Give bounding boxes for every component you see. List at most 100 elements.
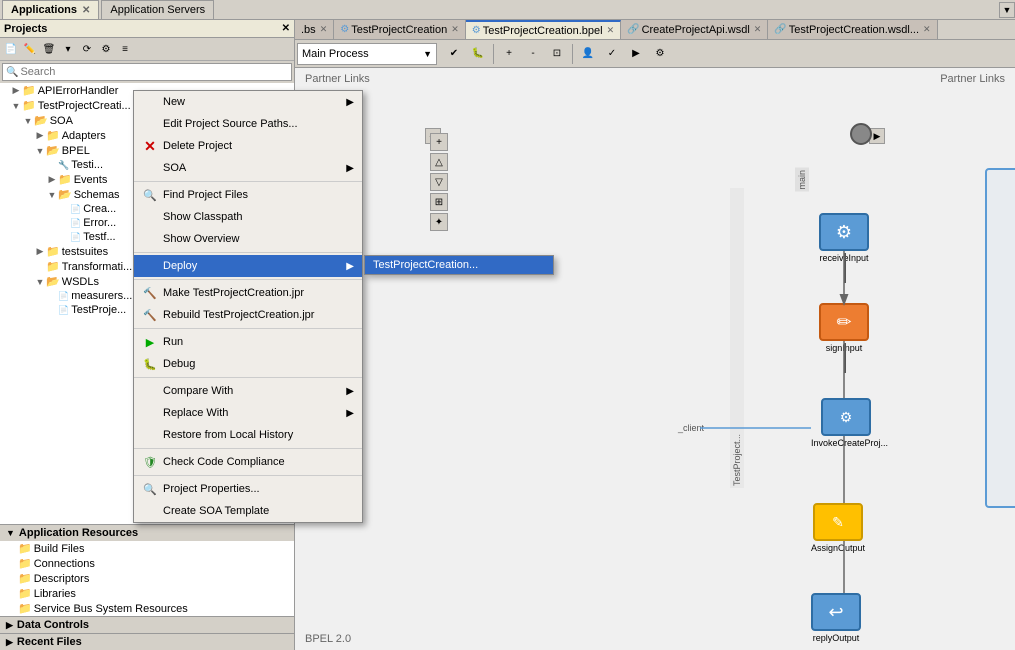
invoke-create-icon: ⚙ xyxy=(840,409,853,426)
deploy-arrow: ▶ xyxy=(346,261,354,272)
tab-tpw-close[interactable]: ✕ xyxy=(923,24,931,35)
data-controls-panel[interactable]: ▶ Data Controls xyxy=(0,616,294,633)
reply-output-icon: ↩ xyxy=(828,602,843,623)
menu-item-show-overview[interactable]: Show Overview xyxy=(134,228,362,250)
filter-btn[interactable]: ▾ xyxy=(59,40,77,58)
menu-item-find-files[interactable]: 🔍 Find Project Files xyxy=(134,184,362,206)
properties-toolbar-btn[interactable]: ⚙ xyxy=(649,43,671,65)
node-assign-output[interactable]: ✎ AssignOutput xyxy=(811,503,865,553)
tree-build-files[interactable]: 📁 Build Files xyxy=(0,541,294,556)
soa-arrow: ▶ xyxy=(346,163,354,174)
menu-item-check-compliance[interactable]: 🛡 Check Code Compliance xyxy=(134,451,362,473)
panel-options-btn[interactable]: ▼ xyxy=(999,2,1015,18)
assign-output-label: AssignOutput xyxy=(811,543,865,553)
data-controls-collapse-icon: ▶ xyxy=(6,620,13,631)
debug-btn[interactable]: 🐛 xyxy=(467,43,489,65)
menu-item-deploy[interactable]: Deploy ▶ TestProjectCreation... xyxy=(134,255,362,277)
recent-files-panel[interactable]: ▶ Recent Files xyxy=(0,633,294,650)
menu-item-edit-source[interactable]: Edit Project Source Paths... xyxy=(134,113,362,135)
zoom-out-btn[interactable]: - xyxy=(522,43,544,65)
menu-item-compare[interactable]: Compare With ▶ xyxy=(134,380,362,402)
menu-item-replace[interactable]: Replace With ▶ xyxy=(134,402,362,424)
make-icon: 🔨 xyxy=(142,285,158,301)
connector-2 xyxy=(844,343,846,373)
tree-connections[interactable]: 📁 Connections xyxy=(0,556,294,571)
reply-output-label: replyOutput xyxy=(813,633,860,643)
tab-test-proj-wsdl[interactable]: 🔗 TestProjectCreation.wsdl... ✕ xyxy=(768,20,937,39)
tab-tpb-close[interactable]: ✕ xyxy=(607,25,615,36)
tab-test-proj-bpel[interactable]: ⚙ TestProjectCreation.bpel ✕ xyxy=(466,20,621,39)
node-invoke-create[interactable]: ⚙ InvokeCreateProj... xyxy=(811,398,881,448)
debug-icon: 🐛 xyxy=(142,356,158,372)
replace-icon xyxy=(142,405,158,421)
search-input[interactable] xyxy=(20,66,288,78)
submenu-item-deploy-test[interactable]: TestProjectCreation... xyxy=(365,256,553,274)
project-props-icon: 🔍 xyxy=(142,481,158,497)
show-classpath-icon xyxy=(142,209,158,225)
menu-item-show-classpath[interactable]: Show Classpath xyxy=(134,206,362,228)
tree-libraries[interactable]: 📁 Libraries xyxy=(0,586,294,601)
tab-bs[interactable]: .bs ✕ xyxy=(295,20,334,39)
menu-sep-4 xyxy=(134,328,362,329)
app-resources-panel[interactable]: ▼ Application Resources xyxy=(0,524,294,541)
process-selector[interactable]: Main Process ▼ xyxy=(297,43,437,65)
replace-arrow: ▶ xyxy=(346,408,354,419)
swimlane-testproj-label: TestProject... xyxy=(730,188,744,488)
menu-item-new[interactable]: New ▶ xyxy=(134,91,362,113)
menu-item-delete-project[interactable]: ✕ Delete Project xyxy=(134,135,362,157)
menu-item-rebuild[interactable]: 🔨 Rebuild TestProjectCreation.jpr xyxy=(134,304,362,326)
run-btn[interactable]: ✔ xyxy=(443,43,465,65)
edit-btn[interactable]: ✏️ xyxy=(21,40,39,58)
more-btn[interactable]: ≡ xyxy=(116,40,134,58)
validate-btn[interactable]: ✓ xyxy=(601,43,623,65)
tab-create-api-wsdl[interactable]: 🔗 CreateProjectApi.wsdl ✕ xyxy=(621,20,768,39)
projects-title: Projects xyxy=(4,23,47,35)
menu-item-run[interactable]: ▶ Run xyxy=(134,331,362,353)
menu-item-create-soa[interactable]: Create SOA Template xyxy=(134,500,362,522)
tab-tpc-close[interactable]: ✕ xyxy=(451,24,459,35)
tab-test-proj-creation[interactable]: ⚙ TestProjectCreation ✕ xyxy=(334,20,466,39)
partner-links-right-label: Partner Links xyxy=(940,73,1005,85)
invoke-create-label: InvokeCreateProj... xyxy=(811,438,881,448)
menu-item-soa[interactable]: SOA ▶ xyxy=(134,157,362,179)
canvas-tool-1[interactable]: + xyxy=(430,133,448,151)
menu-item-debug[interactable]: 🐛 Debug xyxy=(134,353,362,375)
tab-applications-close[interactable]: ✕ xyxy=(82,5,90,16)
fit-btn[interactable]: ⊡ xyxy=(546,43,568,65)
sync-btn[interactable]: ⟳ xyxy=(78,40,96,58)
tree-service-bus[interactable]: 📁 Service Bus System Resources xyxy=(0,601,294,616)
settings-btn[interactable]: ⚙ xyxy=(97,40,115,58)
canvas-tool-5[interactable]: ✦ xyxy=(430,213,448,231)
canvas-tool-3[interactable]: ▽ xyxy=(430,173,448,191)
deploy-toolbar-btn[interactable]: ▶ xyxy=(625,43,647,65)
menu-sep-6 xyxy=(134,448,362,449)
new-project-btn[interactable]: 📄 xyxy=(2,40,20,58)
delete-btn[interactable]: 🗑 xyxy=(40,40,58,58)
tab-applications[interactable]: Applications ✕ xyxy=(2,0,99,19)
tab-caw-close[interactable]: ✕ xyxy=(754,24,762,35)
zoom-in-btn[interactable]: + xyxy=(498,43,520,65)
tab-app-servers[interactable]: Application Servers xyxy=(101,0,214,19)
wsdl-icon-2: 🔗 xyxy=(774,24,786,35)
process-dropdown-arrow: ▼ xyxy=(423,49,432,59)
app-resources-collapse-icon: ▼ xyxy=(6,528,15,538)
add-partner-btn[interactable]: 👤 xyxy=(577,43,599,65)
rebuild-icon: 🔨 xyxy=(142,307,158,323)
canvas-tool-2[interactable]: △ xyxy=(430,153,448,171)
bpel-icon-2: ⚙ xyxy=(472,25,481,36)
projects-panel-close[interactable]: ✕ xyxy=(282,23,290,34)
menu-item-project-props[interactable]: 🔍 Project Properties... xyxy=(134,478,362,500)
menu-item-restore[interactable]: Restore from Local History xyxy=(134,424,362,446)
canvas-tool-4[interactable]: ⊞ xyxy=(430,193,448,211)
delete-project-icon: ✕ xyxy=(142,138,158,154)
new-menu-icon xyxy=(142,94,158,110)
tab-applications-label: Applications xyxy=(11,4,77,16)
menu-sep-1 xyxy=(134,181,362,182)
node-reply-output[interactable]: ↩ replyOutput xyxy=(811,593,861,643)
sign-input-icon: ✏ xyxy=(836,312,851,333)
menu-item-make[interactable]: 🔨 Make TestProjectCreation.jpr xyxy=(134,282,362,304)
client-label: _client xyxy=(678,423,704,433)
bpel-icon-1: ⚙ xyxy=(340,24,349,35)
tree-descriptors[interactable]: 📁 Descriptors xyxy=(0,571,294,586)
tab-bs-close[interactable]: ✕ xyxy=(320,24,328,35)
